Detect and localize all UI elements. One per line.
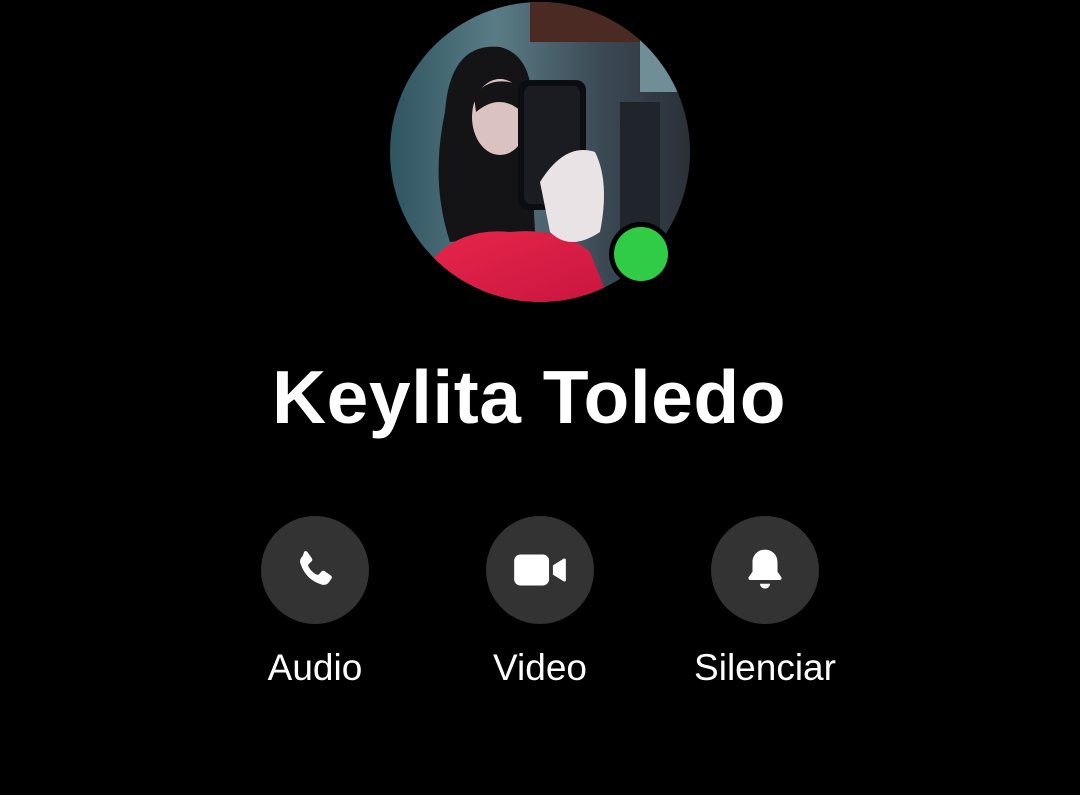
video-call-circle[interactable] bbox=[486, 516, 594, 624]
audio-call-button[interactable]: Audio bbox=[205, 516, 425, 690]
video-camera-icon bbox=[514, 554, 566, 586]
mute-circle[interactable] bbox=[711, 516, 819, 624]
audio-label: Audio bbox=[267, 647, 363, 688]
online-dot-icon bbox=[614, 227, 668, 281]
profile-avatar-container[interactable] bbox=[390, 2, 690, 302]
video-call-button[interactable]: Video bbox=[430, 516, 650, 690]
video-label: Video bbox=[493, 647, 587, 688]
bell-icon bbox=[748, 549, 782, 589]
audio-call-circle[interactable] bbox=[261, 516, 369, 624]
mute-button[interactable]: Silenciar bbox=[655, 516, 875, 690]
phone-icon bbox=[300, 551, 332, 585]
contact-name: Keylita Toledo bbox=[271, 355, 787, 439]
call-actions: Audio Video Silenciar bbox=[0, 516, 1080, 696]
online-status-indicator bbox=[609, 222, 673, 286]
mute-label: Silenciar bbox=[694, 647, 836, 688]
